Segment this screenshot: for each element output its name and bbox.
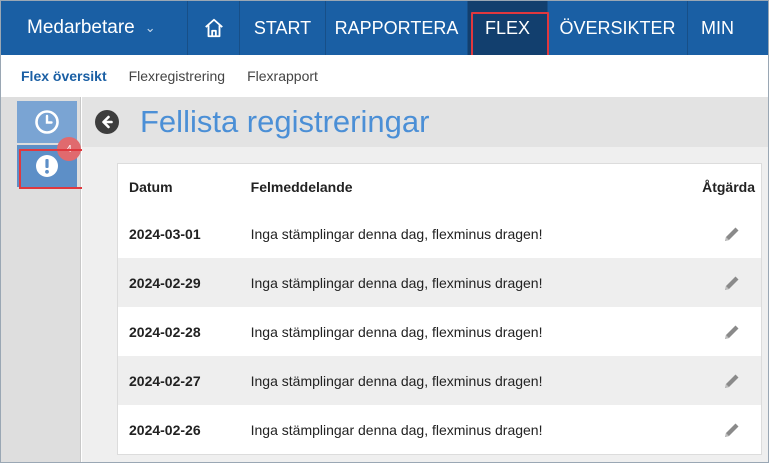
nav-rapportera[interactable]: RAPPORTERA [326, 1, 468, 55]
highlight-outline [19, 149, 88, 189]
row-action [669, 223, 761, 245]
role-selector[interactable]: Medarbetare ⌄ [1, 1, 188, 55]
table-row: 2024-03-01 Inga stämplingar denna dag, f… [118, 209, 761, 258]
table-row: 2024-02-27 Inga stämplingar denna dag, f… [118, 356, 761, 405]
table-header: Datum Felmeddelande Åtgärda [118, 164, 761, 209]
edit-button[interactable] [721, 223, 743, 245]
nav-oversikter[interactable]: ÖVERSIKTER [548, 1, 688, 55]
subnav-flex-oversikt[interactable]: Flex översikt [21, 68, 107, 84]
edit-button[interactable] [721, 419, 743, 441]
row-action [669, 321, 761, 343]
pencil-icon [724, 227, 739, 241]
error-table: Datum Felmeddelande Åtgärda 2024-03-01 I… [117, 163, 762, 455]
nav-start[interactable]: START [240, 1, 326, 55]
pencil-icon [724, 374, 739, 388]
role-selector-label: Medarbetare [27, 17, 135, 38]
page-title: Fellista registreringar [140, 104, 430, 139]
row-date: 2024-03-01 [129, 225, 201, 242]
row-message: Inga stämplingar denna dag, flexminus dr… [250, 323, 543, 340]
pencil-icon [724, 325, 739, 339]
app-frame: Medarbetare ⌄ START RAPPORTERA FLEX ÖVER… [0, 0, 769, 463]
home-button[interactable] [188, 1, 240, 55]
table-row: 2024-02-26 Inga stämplingar denna dag, f… [118, 405, 761, 454]
arrow-left-icon [102, 115, 113, 129]
edit-button[interactable] [721, 370, 743, 392]
row-action [669, 370, 761, 392]
column-header-atgarda: Åtgärda [702, 178, 755, 195]
back-button[interactable] [95, 110, 119, 134]
table-row: 2024-02-29 Inga stämplingar denna dag, f… [118, 258, 761, 307]
top-navigation: Medarbetare ⌄ START RAPPORTERA FLEX ÖVER… [1, 1, 768, 63]
subnav-flexrapport[interactable]: Flexrapport [247, 68, 318, 84]
table-row: 2024-02-28 Inga stämplingar denna dag, f… [118, 307, 761, 356]
row-message: Inga stämplingar denna dag, flexminus dr… [250, 421, 543, 438]
row-action [669, 419, 761, 441]
home-icon [204, 18, 223, 38]
pencil-icon [724, 423, 739, 437]
pencil-icon [724, 276, 739, 290]
column-header-datum: Datum [129, 178, 173, 195]
row-date: 2024-02-26 [129, 421, 201, 438]
nav-flex[interactable]: FLEX [468, 1, 549, 63]
row-message: Inga stämplingar denna dag, flexminus dr… [250, 225, 543, 242]
title-bar: Fellista registreringar [82, 97, 768, 147]
subnav-flexregistrering[interactable]: Flexregistrering [129, 68, 225, 84]
column-header-felmeddelande: Felmeddelande [250, 178, 353, 195]
edit-button[interactable] [721, 272, 743, 294]
clock-icon [35, 110, 59, 134]
row-date: 2024-02-27 [129, 372, 201, 389]
nav-min[interactable]: MIN [688, 1, 748, 55]
chevron-down-icon: ⌄ [144, 20, 156, 35]
row-date: 2024-02-28 [129, 323, 201, 340]
edit-button[interactable] [721, 321, 743, 343]
row-message: Inga stämplingar denna dag, flexminus dr… [250, 372, 543, 389]
row-action [669, 272, 761, 294]
row-message: Inga stämplingar denna dag, flexminus dr… [250, 274, 543, 291]
sub-navigation: Flex översikt Flexregistrering Flexrappo… [1, 55, 768, 97]
row-date: 2024-02-29 [129, 274, 201, 291]
